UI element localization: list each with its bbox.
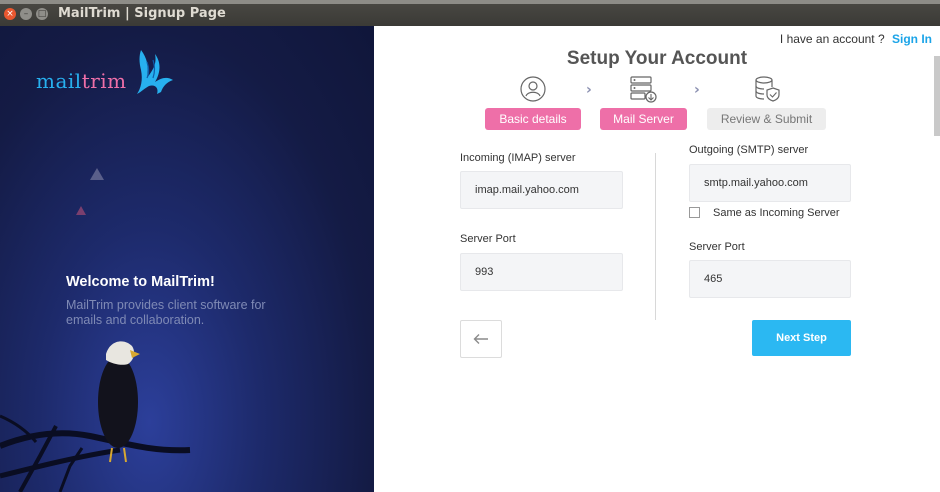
outgoing-server-label: Outgoing (SMTP) server [689, 144, 809, 156]
incoming-port-label: Server Port [460, 233, 516, 245]
incoming-port-input[interactable]: 993 [460, 253, 623, 291]
step-chevron-1: › [586, 82, 592, 98]
incoming-server-input[interactable]: imap.mail.yahoo.com [460, 171, 623, 209]
window-title: MailTrim | Signup Page [58, 6, 226, 21]
window-top-strip [0, 0, 940, 4]
step-review-submit[interactable]: Review & Submit [707, 108, 826, 130]
bird-logo-icon [136, 50, 173, 94]
outgoing-port-input[interactable]: 465 [689, 260, 851, 298]
window-titlebar: × – □ MailTrim | Signup Page [0, 0, 940, 26]
same-as-incoming-label: Same as Incoming Server [713, 207, 840, 219]
minimize-window-button[interactable]: – [20, 8, 32, 20]
welcome-subtitle: MailTrim provides client software for em… [66, 298, 266, 327]
column-divider [655, 153, 656, 320]
next-step-button[interactable]: Next Step [752, 320, 851, 356]
sign-in-row: I have an account ? Sign In [780, 32, 932, 46]
step-chevron-2: › [694, 82, 700, 98]
step-mail-server[interactable]: Mail Server [600, 108, 687, 130]
outgoing-server-input[interactable]: smtp.mail.yahoo.com [689, 164, 851, 202]
outgoing-port-label: Server Port [689, 241, 745, 253]
signup-form-panel: I have an account ? Sign In Setup Your A… [374, 26, 940, 492]
window-controls: × – □ [4, 8, 48, 20]
decor-triangle-1 [90, 168, 104, 180]
page-title: Setup Your Account [566, 48, 748, 69]
logo-mail-text: mail [36, 69, 82, 93]
sign-in-link[interactable]: Sign In [892, 32, 932, 46]
maximize-window-button[interactable]: □ [36, 8, 48, 20]
eagle-branch-illustration [0, 341, 191, 492]
arrow-left-icon [473, 334, 488, 344]
decor-triangle-2 [76, 206, 86, 215]
incoming-server-label: Incoming (IMAP) server [460, 152, 576, 164]
have-account-text: I have an account ? [779, 32, 885, 46]
welcome-title: Welcome to MailTrim! [66, 274, 215, 290]
database-shield-icon [755, 76, 780, 102]
logo-trim-text: trim [81, 69, 127, 93]
logo-wordmark: mailtrim [36, 69, 127, 93]
welcome-panel: mailtrim Welcome to MailTrim! MailTrim p… [0, 26, 374, 492]
same-as-incoming-checkbox[interactable] [689, 207, 700, 218]
close-window-button[interactable]: × [4, 8, 16, 20]
user-circle-icon [520, 76, 546, 102]
back-button[interactable] [460, 320, 502, 358]
server-icon [630, 76, 657, 103]
step-basic-details[interactable]: Basic details [485, 108, 581, 130]
app-logo: mailtrim [36, 50, 177, 100]
